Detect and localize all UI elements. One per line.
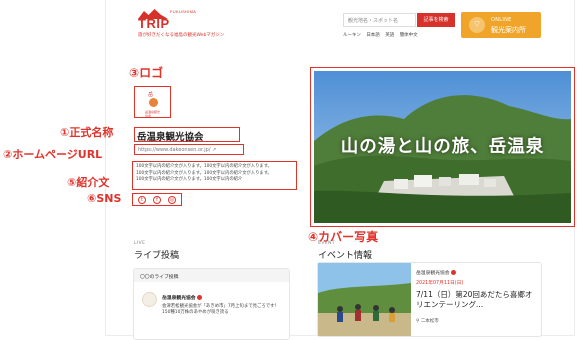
event-place: ⚲ 二本松市 (416, 319, 439, 324)
intro-line: 100文字以内の紹介文が入ります。100文字以内の紹介文が入ります。 (136, 164, 272, 169)
online-button-label: 観光案内所 (491, 26, 526, 34)
annotation-official-name: ①正式名称 (60, 126, 114, 139)
annotation-sns: ⑥SNS (87, 192, 122, 205)
header-link-login[interactable]: ルーキン (343, 33, 361, 38)
live-post-org-name: 岳温泉観光協会 (162, 296, 196, 301)
live-section-en: LIVE (134, 241, 146, 246)
org-logo-mark: 岳 岳温泉観光協会 (145, 91, 162, 118)
org-homepage-link[interactable]: https://www.dakeonsen.or.jp/ ↗ (134, 144, 244, 155)
avatar (142, 292, 157, 307)
live-card-head: 〇〇のライブ投稿 (134, 269, 289, 282)
live-post-org: 岳温泉観光協会 (162, 294, 202, 301)
event-org: 岳温泉観光協会 (416, 269, 456, 276)
header-links: ルーキン 日本語 英語 簡体中文 (343, 32, 422, 38)
annotation-intro: ⑤紹介文 (67, 176, 110, 189)
intro-line: 100文字以内の紹介文が入ります。100文字以内の紹介 (136, 177, 243, 182)
header-link-japanese[interactable]: 日本語 (366, 33, 380, 38)
twitter-icon[interactable]: t (138, 196, 146, 204)
org-logo-sub: 岳温泉観光協会 (145, 110, 161, 118)
instagram-icon[interactable]: ◎ (168, 196, 176, 204)
live-section-title: ライブ投稿 (134, 251, 180, 261)
verified-icon (196, 295, 202, 300)
search-button[interactable]: 記事を検索 (417, 13, 455, 27)
org-logo-emblem (149, 98, 158, 107)
org-name: 岳温泉観光協会 (134, 127, 240, 143)
facebook-icon[interactable]: f (153, 196, 161, 204)
site-logo[interactable]: TRIP (138, 16, 170, 31)
site-tagline: 旅が好きだくなる福島の観光Webマガジン (138, 33, 225, 38)
live-post-text: 会津若松観光協会が「あきめ市」7月上旬まで見ごろです！150種10万株のあやめが… (162, 304, 279, 316)
annotation-logo: ③ロゴ (129, 66, 164, 80)
search-input[interactable]: 観光地名・スポット名 (343, 13, 416, 27)
online-button-top: ONLINE (491, 17, 512, 23)
org-logo: 岳 岳温泉観光協会 (134, 86, 171, 118)
org-intro: 100文字以内の紹介文が入ります。100文字以内の紹介文が入ります。 100文字… (132, 161, 297, 190)
event-photo (318, 263, 411, 336)
site-logo-small-text: FUKUSHIMA (170, 9, 197, 14)
online-info-button[interactable]: ⌔ ONLINE 観光案内所 (461, 12, 541, 38)
cover-title: 山の湯と山の旅、岳温泉 (340, 137, 545, 157)
event-title: 7/11（日）第20回あだたら喜郷オリエンテーリング... (416, 290, 533, 309)
live-post-card[interactable]: 〇〇のライブ投稿 岳温泉観光協会 会津若松観光協会が「あきめ市」7月上旬まで見ご… (133, 268, 290, 340)
event-section-title: イベント情報 (318, 251, 373, 261)
event-date: 2021年07月11日(日) (416, 281, 464, 286)
sns-links: t f ◎ (132, 193, 182, 206)
event-org-name: 岳温泉観光協会 (416, 271, 450, 276)
event-card[interactable]: 岳温泉観光協会 2021年07月11日(日) 7/11（日）第20回あだたら喜郷… (317, 262, 542, 337)
header-link-english[interactable]: 英語 (385, 33, 394, 38)
wifi-icon: ⌔ (469, 17, 485, 33)
verified-icon (450, 270, 456, 275)
header-link-chinese[interactable]: 簡体中文 (400, 33, 418, 38)
event-section-en: EVENT (318, 241, 335, 246)
annotation-homepage-url: ②ホームページURL (3, 148, 103, 161)
org-logo-title: 岳 (148, 92, 154, 98)
event-place-name: 二本松市 (420, 319, 439, 324)
